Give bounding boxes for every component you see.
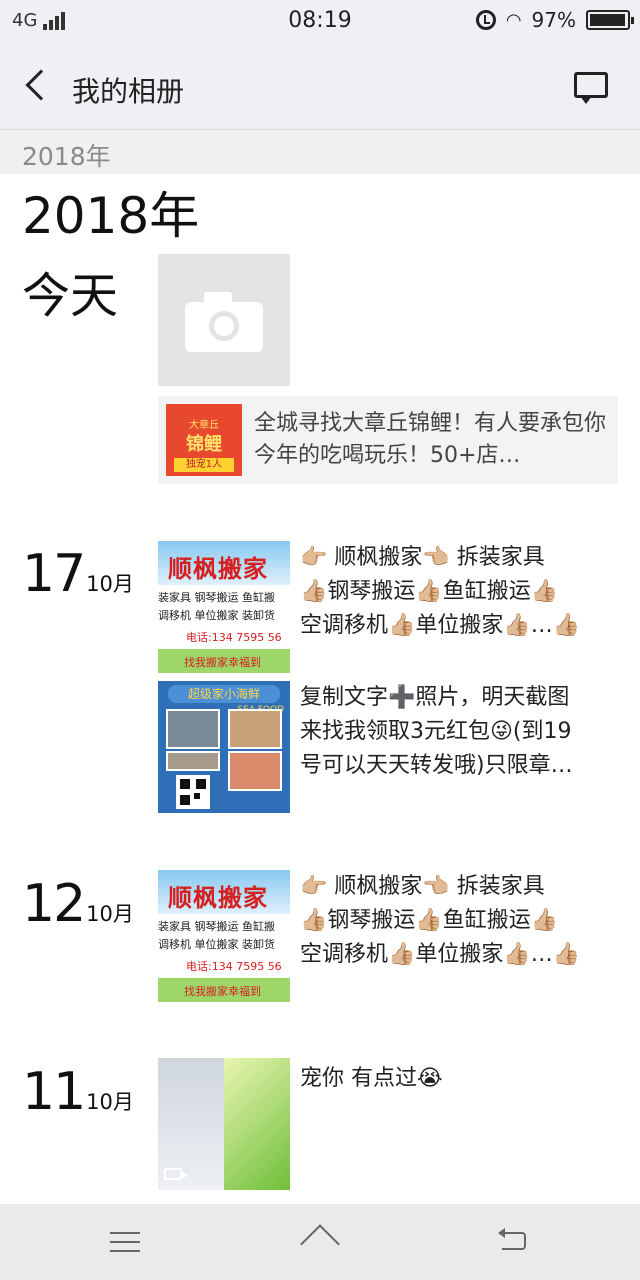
post-thumbnail[interactable]: 顺枫搬家 装家具 钢琴搬运 鱼缸搬 调移机 单位搬家 装卸货 电话:134 75… — [158, 870, 290, 1002]
wifi-icon: ◠ — [505, 9, 522, 31]
battery-icon — [586, 10, 634, 30]
shared-link-text: 全城寻找大章丘锦鲤！有人要承包你今年的吃喝玩乐！50+店… — [254, 411, 607, 468]
post-new-photo-tile[interactable] — [158, 254, 290, 386]
menu-button[interactable] — [104, 1224, 148, 1260]
message-icon — [574, 72, 608, 98]
system-nav-bar — [0, 1204, 640, 1280]
post-thumbnail[interactable]: 超级家小海鲜 SEA FOOD — [158, 681, 290, 813]
back-button[interactable] — [14, 64, 58, 108]
post-text[interactable]: 复制文字➕照片，明天截图 来找我领取3元红包😜(到19 号可以天天转发哦)只限章… — [300, 681, 616, 783]
page-title: 我的相册 — [72, 75, 185, 108]
date-label: 11 10月 — [22, 1062, 134, 1122]
back-chevron-icon — [25, 69, 57, 101]
nav-bar: 我的相册 — [0, 44, 640, 130]
section-header-label: 2018年 — [22, 142, 111, 171]
system-back-icon — [502, 1232, 526, 1250]
post-thumbnail[interactable]: 顺枫搬家 装家具 钢琴搬运 鱼缸搬 调移机 单位搬家 装卸货 电话:134 75… — [158, 541, 290, 673]
home-button[interactable] — [298, 1224, 342, 1264]
date-label: 17 10月 — [22, 544, 134, 604]
system-back-button[interactable] — [494, 1224, 538, 1260]
today-label: 今天 — [22, 268, 119, 324]
message-button[interactable] — [572, 70, 610, 104]
shared-link-thumbnail: 大章丘 锦鲤 独宠1人 — [166, 404, 242, 476]
menu-icon — [110, 1232, 140, 1234]
year-title: 2018年 — [22, 187, 200, 245]
status-icons: ◠ 97% — [475, 8, 634, 32]
post-text[interactable]: 👉🏼 顺枫搬家👈🏼 拆装家具 👍🏼钢琴搬运👍🏼鱼缸搬运👍🏼 空调移机👍🏼单位搬家… — [300, 541, 616, 643]
post-thumbnail[interactable] — [158, 1058, 290, 1190]
post-text[interactable]: 宠你 有点过😭 — [300, 1062, 616, 1096]
year-section-header: 2018年 — [0, 130, 640, 174]
status-bar: 4G 08:19 ◠ 97% — [0, 0, 640, 44]
post-text[interactable]: 👉🏼 顺枫搬家👈🏼 拆装家具 👍🏼钢琴搬运👍🏼鱼缸搬运👍🏼 空调移机👍🏼单位搬家… — [300, 870, 616, 972]
qr-code — [176, 775, 210, 809]
home-icon — [300, 1224, 340, 1264]
shared-link-card[interactable]: 大章丘 锦鲤 独宠1人 全城寻找大章丘锦鲤！有人要承包你今年的吃喝玩乐！50+店… — [158, 396, 618, 484]
alarm-icon — [475, 10, 496, 30]
battery-percent: 97% — [531, 8, 576, 32]
date-label: 12 10月 — [22, 874, 134, 934]
video-icon — [164, 1168, 188, 1180]
